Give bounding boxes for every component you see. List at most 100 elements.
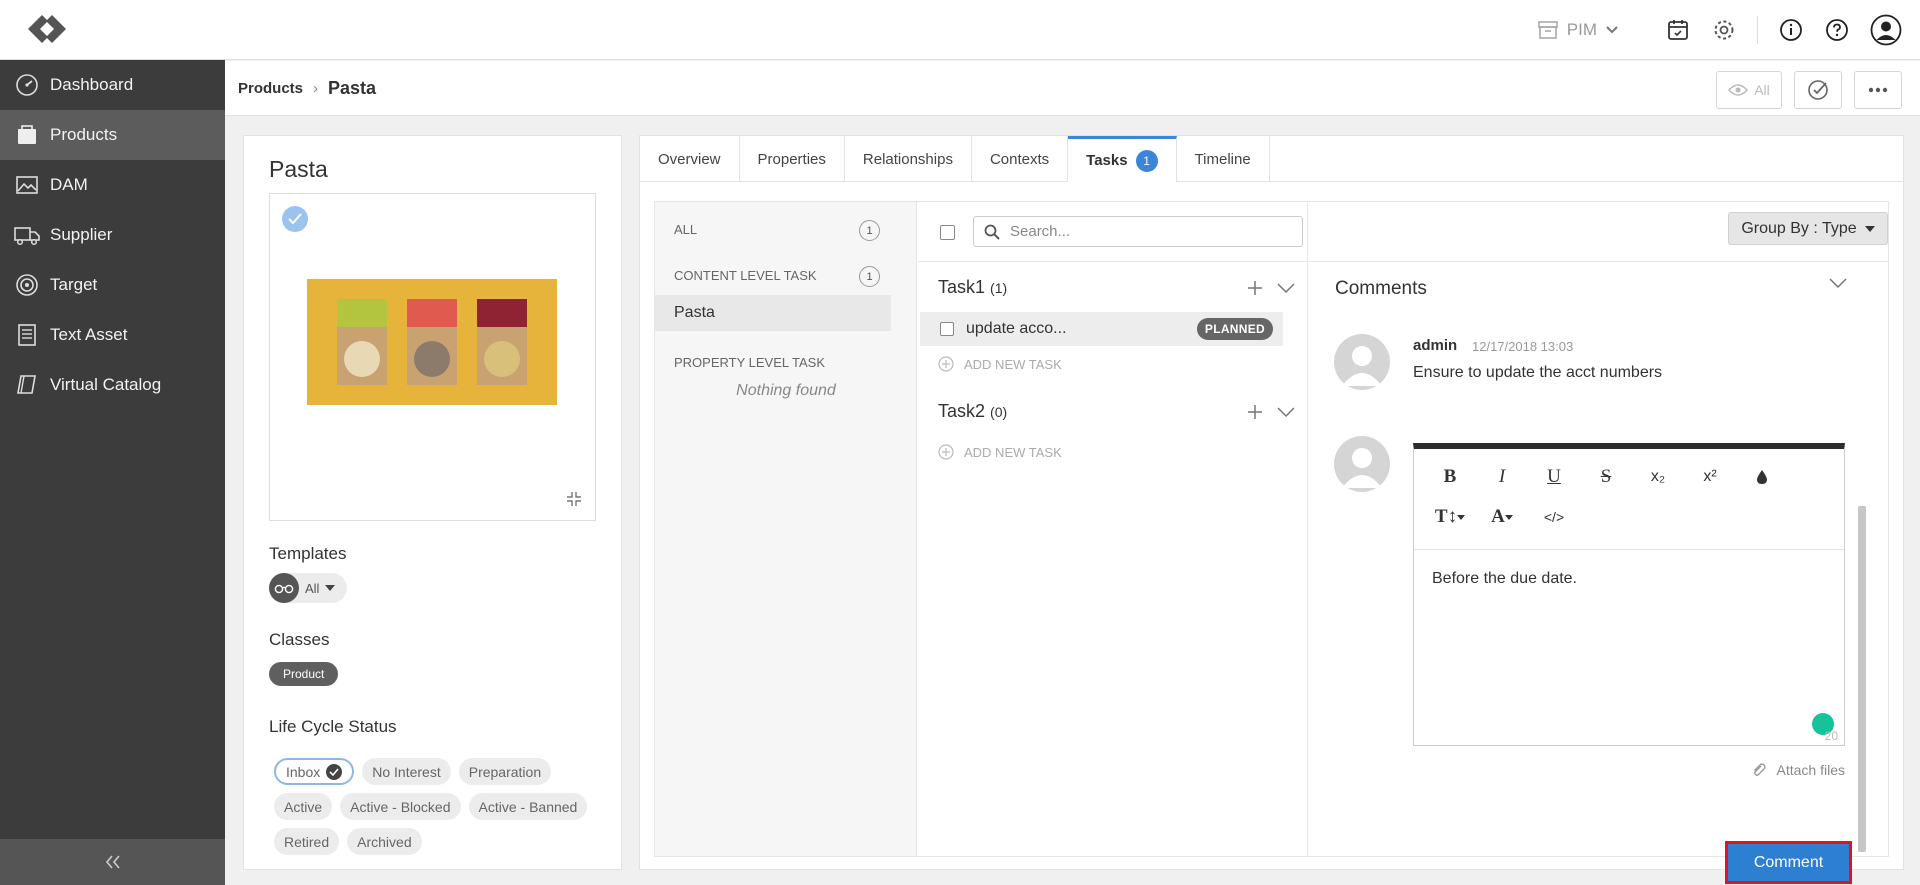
category-all[interactable]: ALL xyxy=(674,222,697,237)
check-icon xyxy=(326,763,343,780)
avatar xyxy=(1334,436,1390,492)
avatar xyxy=(1334,334,1390,390)
attach-files-button[interactable]: Attach files xyxy=(1751,762,1845,778)
info-icon[interactable] xyxy=(1778,17,1804,43)
bold-button[interactable]: B xyxy=(1424,457,1476,497)
add-new-task-button[interactable]: ADD NEW TASK xyxy=(938,444,1062,460)
collapse-icon[interactable] xyxy=(565,490,583,508)
tab-contexts[interactable]: Contexts xyxy=(972,136,1069,182)
more-options-button[interactable] xyxy=(1854,71,1902,109)
lifecycle-chip-preparation[interactable]: Preparation xyxy=(458,758,552,785)
sidebar-item-dashboard[interactable]: Dashboard xyxy=(0,60,225,110)
paperclip-icon xyxy=(1753,763,1766,776)
lifecycle-chip-no-interest[interactable]: No Interest xyxy=(362,758,451,785)
lifecycle-chip-active-blocked[interactable]: Active - Blocked xyxy=(340,793,461,820)
task-area: ALL 1 CONTENT LEVEL TASK 1 Pasta PROPERT… xyxy=(654,201,1889,884)
help-icon[interactable] xyxy=(1824,17,1850,43)
lifecycle-chip-inbox[interactable]: Inbox xyxy=(274,758,355,785)
top-bar: PIM xyxy=(0,0,1920,60)
module-selector[interactable]: PIM xyxy=(1537,19,1619,41)
color-fill-button[interactable] xyxy=(1736,457,1788,497)
check-circle-icon xyxy=(1808,80,1828,100)
task-check-button[interactable] xyxy=(1794,71,1842,109)
tab-properties[interactable]: Properties xyxy=(740,136,845,182)
add-new-task-button[interactable]: ADD NEW TASK xyxy=(938,356,1062,372)
task-group-title[interactable]: Task1 (1) xyxy=(938,277,1007,298)
sidebar-item-supplier[interactable]: Supplier xyxy=(0,210,225,260)
add-new-task-label: ADD NEW TASK xyxy=(964,444,1062,460)
view-all-button[interactable]: All xyxy=(1716,71,1782,109)
tab-overview[interactable]: Overview xyxy=(640,136,740,182)
breadcrumb-products[interactable]: Products xyxy=(238,80,303,97)
sidebar-collapse-button[interactable] xyxy=(0,839,225,885)
comment-author: admin xyxy=(1413,337,1458,354)
lifecycle-chip-archived[interactable]: Archived xyxy=(347,828,422,855)
toolbar-divider xyxy=(1757,16,1758,44)
subscript-button[interactable]: x₂ xyxy=(1632,457,1684,497)
underline-button[interactable]: U xyxy=(1528,457,1580,497)
product-image xyxy=(307,279,557,405)
scrollbar-thumb[interactable] xyxy=(1858,506,1866,852)
font-family-button[interactable]: A xyxy=(1476,497,1528,537)
dashboard-icon xyxy=(14,72,40,98)
code-button[interactable]: </> xyxy=(1528,497,1580,537)
category-item-pasta[interactable]: Pasta xyxy=(655,295,891,331)
glasses-icon xyxy=(269,573,299,603)
plus-icon[interactable] xyxy=(1247,404,1263,420)
ellipsis-icon xyxy=(1868,87,1888,93)
chevron-down-icon xyxy=(1606,26,1618,34)
chevron-down-icon[interactable] xyxy=(1277,283,1295,293)
lifecycle-chip-active-banned[interactable]: Active - Banned xyxy=(468,793,588,820)
task-group-name: Task2 xyxy=(938,401,986,421)
italic-button[interactable]: I xyxy=(1476,457,1528,497)
font-size-button[interactable]: T↕ xyxy=(1424,497,1476,537)
group-by-label: Group By : Type xyxy=(1741,219,1857,237)
category-content-level[interactable]: CONTENT LEVEL TASK xyxy=(674,268,817,283)
comment-textarea[interactable]: Before the due date. xyxy=(1414,550,1844,608)
task-category-list: ALL 1 CONTENT LEVEL TASK 1 Pasta PROPERT… xyxy=(655,202,917,856)
task-group-title[interactable]: Task2 (0) xyxy=(938,401,1007,422)
chevron-down-icon[interactable] xyxy=(1277,407,1295,417)
templates-label: Templates xyxy=(269,544,347,563)
sidebar-item-virtual-catalog[interactable]: Virtual Catalog xyxy=(0,360,225,410)
comments-scrollbar[interactable] xyxy=(1857,262,1867,856)
sidebar-item-target[interactable]: Target xyxy=(0,260,225,310)
sidebar-item-label: DAM xyxy=(50,175,88,194)
task-checkbox[interactable] xyxy=(940,322,954,336)
tab-timeline[interactable]: Timeline xyxy=(1177,136,1270,182)
lifecycle-chip-retired[interactable]: Retired xyxy=(274,828,340,855)
attach-files-label: Attach files xyxy=(1776,762,1845,778)
sidebar-item-label: Virtual Catalog xyxy=(50,375,162,394)
font-family-label: A xyxy=(1491,506,1505,527)
drop-icon xyxy=(1757,470,1767,484)
task-group-name: Task1 xyxy=(938,277,986,297)
category-property-level[interactable]: PROPERTY LEVEL TASK xyxy=(674,355,825,370)
logo-icon[interactable] xyxy=(24,11,70,47)
gear-icon[interactable] xyxy=(1711,17,1737,43)
group-by-dropdown[interactable]: Group By : Type xyxy=(1728,212,1888,245)
tab-tasks[interactable]: Tasks 1 xyxy=(1068,136,1177,182)
lifecycle-chip-active[interactable]: Active xyxy=(274,793,333,820)
task-row[interactable]: update acco... PLANNED xyxy=(920,312,1283,346)
task-group-actions xyxy=(1247,280,1295,296)
plus-icon[interactable] xyxy=(1247,280,1263,296)
breadcrumb-bar: Products › Pasta All xyxy=(225,61,1920,116)
sidebar-item-text-asset[interactable]: Text Asset xyxy=(0,310,225,360)
superscript-button[interactable]: x² xyxy=(1684,457,1736,497)
sidebar-item-label: Target xyxy=(50,275,98,294)
chevron-down-icon[interactable] xyxy=(1829,278,1847,288)
template-selector[interactable]: All xyxy=(269,573,348,603)
strikethrough-button[interactable]: S xyxy=(1580,457,1632,497)
view-all-label: All xyxy=(1754,82,1770,98)
double-chevron-left-icon xyxy=(105,855,120,869)
tab-relationships[interactable]: Relationships xyxy=(845,136,972,182)
sidebar-item-dam[interactable]: DAM xyxy=(0,160,225,210)
character-count: 20 xyxy=(1824,729,1838,743)
user-icon[interactable] xyxy=(1870,14,1902,46)
sidebar-item-products[interactable]: Products xyxy=(0,110,225,160)
comment-submit-button[interactable]: Comment xyxy=(1725,841,1852,884)
calendar-icon[interactable] xyxy=(1665,17,1691,43)
check-icon[interactable] xyxy=(282,206,308,232)
task-group-count: (1) xyxy=(990,280,1008,296)
sidebar-item-label: Text Asset xyxy=(50,325,128,344)
